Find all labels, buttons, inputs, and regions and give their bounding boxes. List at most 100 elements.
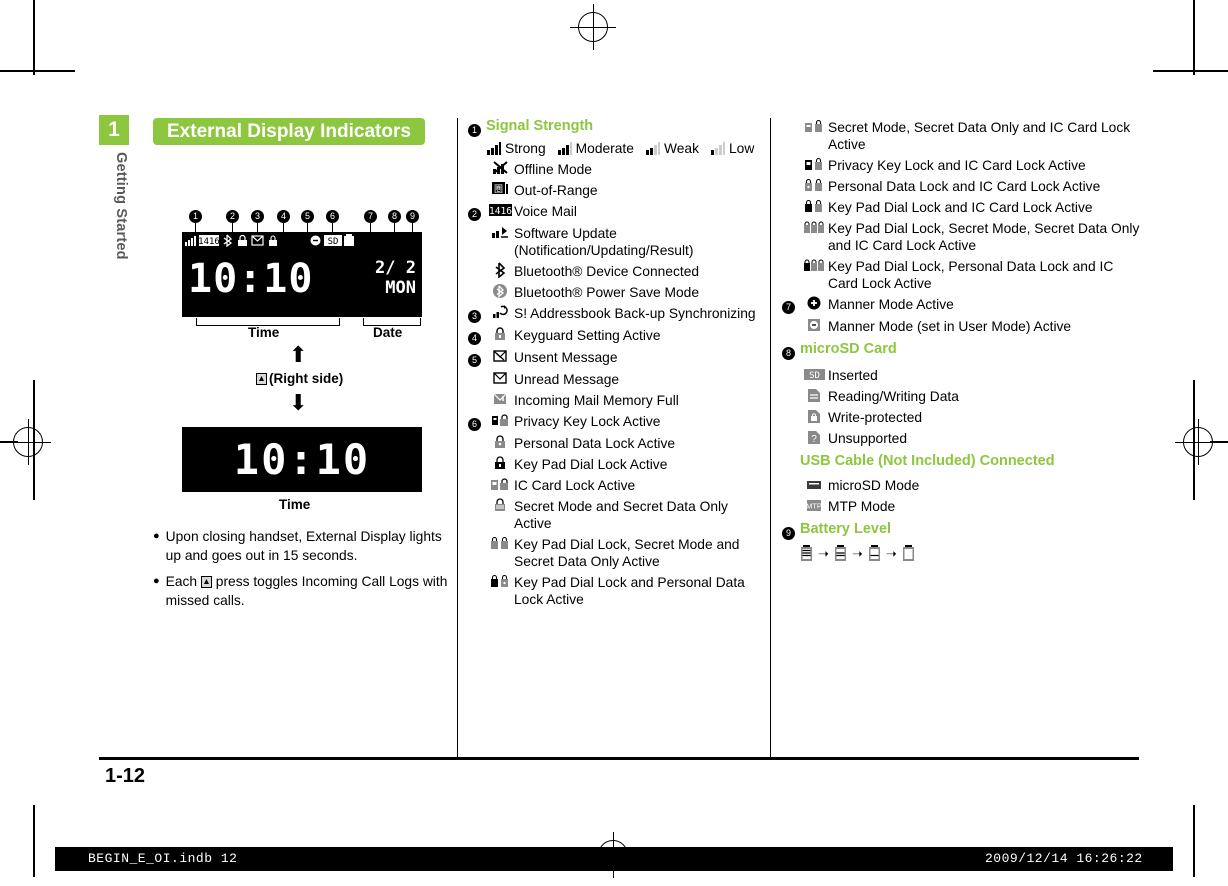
label-date: Date: [373, 325, 403, 340]
callout-9: 9: [406, 210, 419, 223]
battery-full-icon: [801, 545, 812, 561]
keypad-personal-ic-icon: [800, 257, 828, 273]
notes-list: ● Upon closing handset, External Display…: [153, 527, 453, 617]
callout-spacer: [468, 262, 486, 264]
callout-7: 7: [364, 210, 377, 223]
column-divider-2: [770, 118, 771, 758]
side-key-icon: [256, 372, 267, 385]
indicator-label: Unread Message: [514, 372, 620, 387]
indicator-label: Write-protected: [828, 410, 923, 425]
unread-message-icon: [486, 370, 514, 386]
callout-spacer: [782, 198, 800, 200]
privacy-key-lock-icon: [269, 235, 277, 246]
side-key-icon: [200, 576, 212, 588]
bluetooth-power-save-icon: [486, 283, 514, 299]
battery-2-icon: [868, 545, 880, 561]
callout-spacer: [782, 453, 800, 455]
indicator-row-sd-rw: Reading/Writing Data: [782, 387, 1142, 405]
lcd-date-line2: MON: [385, 278, 416, 298]
arrow-up-icon: ⬆: [289, 342, 308, 367]
callout-spacer: [782, 257, 800, 259]
indicator-label: Personal Data Lock Active: [514, 436, 676, 451]
registration-mark-top: [570, 4, 616, 50]
sd-inserted-icon: SD: [800, 366, 828, 382]
lcd-alt-time: 10:10: [233, 435, 371, 484]
group-signal-strength: 1 Signal Strength: [468, 118, 758, 137]
chapter-number: 1: [99, 115, 129, 145]
indicator-row-usb-mtp: MTP MTP Mode: [782, 497, 1142, 515]
callout-badge: 5: [468, 348, 486, 367]
indicator-row-personal-ic: Personal Data Lock and IC Card Lock Acti…: [782, 177, 1142, 195]
indicator-label: Key Pad Dial Lock Active: [514, 457, 668, 472]
svg-text:圏: 圏: [493, 184, 502, 195]
indicator-row-ic-card-lock: IC Card Lock Active: [468, 476, 758, 494]
callout-6: 6: [326, 210, 339, 223]
right-side-note: (Right side): [256, 371, 343, 386]
indicator-label: Manner Mode Active: [828, 297, 954, 312]
indicator-label: IC Card Lock Active: [514, 478, 636, 493]
indicator-row-bluetooth-power-save: Bluetooth® Power Save Mode: [468, 283, 758, 301]
svg-text:SD: SD: [809, 371, 820, 381]
indicator-label: Key Pad Dial Lock, Secret Mode and Secre…: [514, 537, 740, 569]
indicator-row-sd-inserted: SD Inserted: [782, 366, 1142, 384]
crop-mark-bl-v: [33, 805, 35, 877]
callout-8: 8: [388, 210, 401, 223]
callout-badge: 6: [468, 412, 486, 431]
indicator-row-offline: Offline Mode: [468, 160, 758, 178]
voice-mail-icon: 1416: [486, 202, 514, 218]
privacy-key-lock-icon: [486, 412, 514, 428]
svg-text:SD: SD: [328, 237, 339, 247]
callout-spacer: [782, 408, 800, 410]
bluetooth-icon: [223, 234, 233, 247]
indicator-label: Personal Data Lock and IC Card Lock Acti…: [828, 179, 1101, 194]
callout-spacer: [468, 455, 486, 457]
lcd-time: 10:10: [188, 256, 314, 302]
svg-text:?: ?: [811, 434, 817, 445]
signal-strength-row: Strong Moderate Weak Low: [486, 140, 758, 157]
callout-spacer: [782, 219, 800, 221]
signal-1-label: Low: [728, 141, 755, 156]
indicator-row-software-update: Software Update (Notification/Updating/R…: [468, 224, 758, 259]
list-item: ● Each press toggles Incoming Call Logs …: [153, 572, 453, 610]
battery-arrow-3: ➝: [885, 546, 897, 561]
label-time: Time: [248, 325, 280, 340]
category-label: Battery Level: [800, 521, 892, 537]
chapter-label: Getting Started: [113, 152, 129, 260]
callout-3: 3: [251, 210, 264, 223]
signal-2-label: Weak: [663, 141, 699, 156]
callout-spacer: [782, 545, 800, 547]
callout-2: 2: [226, 210, 239, 223]
label-time-2: Time: [279, 497, 311, 512]
battery-3-icon: [834, 545, 846, 561]
indicator-row-keypad-secret-ic: Key Pad Dial Lock, Secret Mode, Secret D…: [782, 219, 1142, 254]
callout-spacer: [468, 224, 486, 226]
indicator-label: Manner Mode (set in User Mode) Active: [828, 319, 1072, 334]
callout-spacer: [782, 497, 800, 499]
unsent-message-icon: [486, 348, 514, 364]
indicator-row-keypad-personal: Key Pad Dial Lock and Personal Data Lock…: [468, 573, 758, 608]
svg-text:MTP: MTP: [806, 502, 822, 511]
callout-spacer: [468, 181, 486, 183]
group-usb-cable: USB Cable (Not Included) Connected: [782, 453, 1142, 470]
registration-mark-right: [1175, 419, 1221, 465]
callout-badge: 7: [782, 295, 800, 314]
indicator-row-manner-user: Manner Mode (set in User Mode) Active: [782, 317, 1142, 335]
category-label: Signal Strength: [486, 118, 594, 134]
addressbook-sync-icon: [486, 304, 514, 320]
page-number: 1-12: [105, 765, 146, 787]
battery-level-sequence: ➝ ➝ ➝: [782, 545, 1142, 562]
indicator-label: Offline Mode: [514, 162, 592, 177]
manner-user-icon: [800, 317, 828, 333]
bluetooth-icon: [486, 262, 514, 278]
footer-file-info: BEGIN_E_OI.indb 12: [88, 851, 238, 866]
signal-4-icon: [487, 142, 501, 155]
indicator-label: Incoming Mail Memory Full: [514, 393, 679, 408]
usb-mtp-icon: MTP: [800, 497, 828, 513]
privacy-ic-icon: [800, 156, 828, 172]
callout-spacer: [468, 535, 486, 537]
sd-rw-icon: [800, 387, 828, 403]
callout-spacer: [782, 118, 800, 120]
signal-1-icon: [710, 142, 725, 155]
indicator-row-mail-memory-full: Incoming Mail Memory Full: [468, 391, 758, 409]
footer-timestamp: 2009/12/14 16:26:22: [985, 851, 1143, 866]
